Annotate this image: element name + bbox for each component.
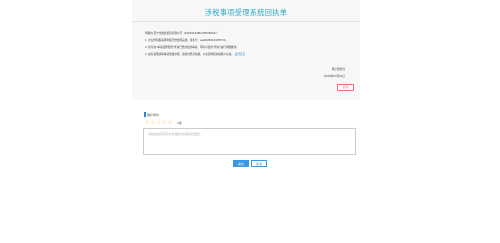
rating-level-text: 0星 xyxy=(177,121,182,125)
receipt-line-3: 3. 如有其他涉税事项需要办理，请按时登录系统，以免影响您的纳税人信用。 返回首… xyxy=(145,52,245,56)
sign-office: 网上税务局 xyxy=(332,68,345,71)
receipt-title: 涉税事项受理系统回执单 xyxy=(204,8,288,17)
title-divider xyxy=(132,21,360,22)
cancel-button[interactable]: 取消 xyxy=(251,160,267,167)
receipt-line-1: 1. 企业所得税清算申报已经办理完成，流水号：sw20200129787XX。 xyxy=(145,39,228,42)
rating-label: 用户评价 xyxy=(147,113,160,117)
receipt-greeting: 尊敬的 西宁市盈欣贸易有限公司（91630104MA7R9356XX）： xyxy=(145,32,220,35)
rating-accent-bar xyxy=(144,112,146,117)
star-icon[interactable]: ☆ xyxy=(145,120,150,126)
print-button[interactable]: 打印 xyxy=(337,84,354,91)
home-link[interactable]: 返回首页 xyxy=(235,53,245,56)
rating-stars: ☆ ☆ ☆ ☆ ☆ xyxy=(145,120,172,126)
receipt-line-2: 2. 您可在"事项受理管理"查询已经办结的事项，同时可使用"查询"进行详细操作！ xyxy=(145,46,239,49)
sign-date: 2020年03月23日 xyxy=(324,75,345,78)
star-icon[interactable]: ☆ xyxy=(151,120,156,126)
feedback-placeholder: 请您在此处填写您对本次服务的满意度及建议。 xyxy=(148,133,203,136)
feedback-textarea[interactable]: 请您在此处填写您对本次服务的满意度及建议。 xyxy=(143,128,356,155)
star-icon[interactable]: ☆ xyxy=(168,120,173,126)
star-icon[interactable]: ☆ xyxy=(162,120,167,126)
receipt-panel: 涉税事项受理系统回执单 尊敬的 西宁市盈欣贸易有限公司（91630104MA7R… xyxy=(132,0,360,100)
receipt-line-3-text: 3. 如有其他涉税事项需要办理，请按时登录系统，以免影响您的纳税人信用。 xyxy=(145,53,234,56)
submit-button[interactable]: 提交 xyxy=(233,160,249,167)
star-icon[interactable]: ☆ xyxy=(156,120,161,126)
